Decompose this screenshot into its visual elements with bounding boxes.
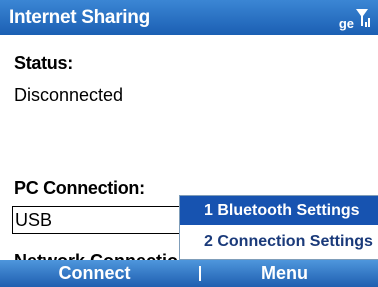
signal-strength-icon [356, 9, 370, 27]
pc-connection-dropdown[interactable]: USB [12, 206, 206, 234]
network-type-indicator: ge [338, 16, 354, 31]
title-bar: Internet Sharing ge [0, 0, 378, 35]
pc-connection-value: USB [15, 210, 53, 230]
popup-menu: 1 Bluetooth Settings 2 Connection Settin… [179, 195, 378, 260]
menu-softkey[interactable]: Menu [191, 260, 378, 287]
pc-connection-label: PC Connection: [14, 178, 145, 198]
menu-item-connection-settings[interactable]: 2 Connection Settings [180, 227, 378, 256]
status-icons[interactable]: ge [339, 6, 372, 30]
menu-item-bluetooth-settings[interactable]: 1 Bluetooth Settings [180, 196, 378, 225]
network-connection-label: Network Connection: [14, 250, 195, 260]
softkey-bar: Connect Menu [0, 260, 378, 287]
connect-softkey[interactable]: Connect [0, 260, 189, 287]
status-value: Disconnected [14, 85, 124, 105]
app-title: Internet Sharing [9, 6, 150, 28]
status-label: Status: [14, 53, 73, 73]
